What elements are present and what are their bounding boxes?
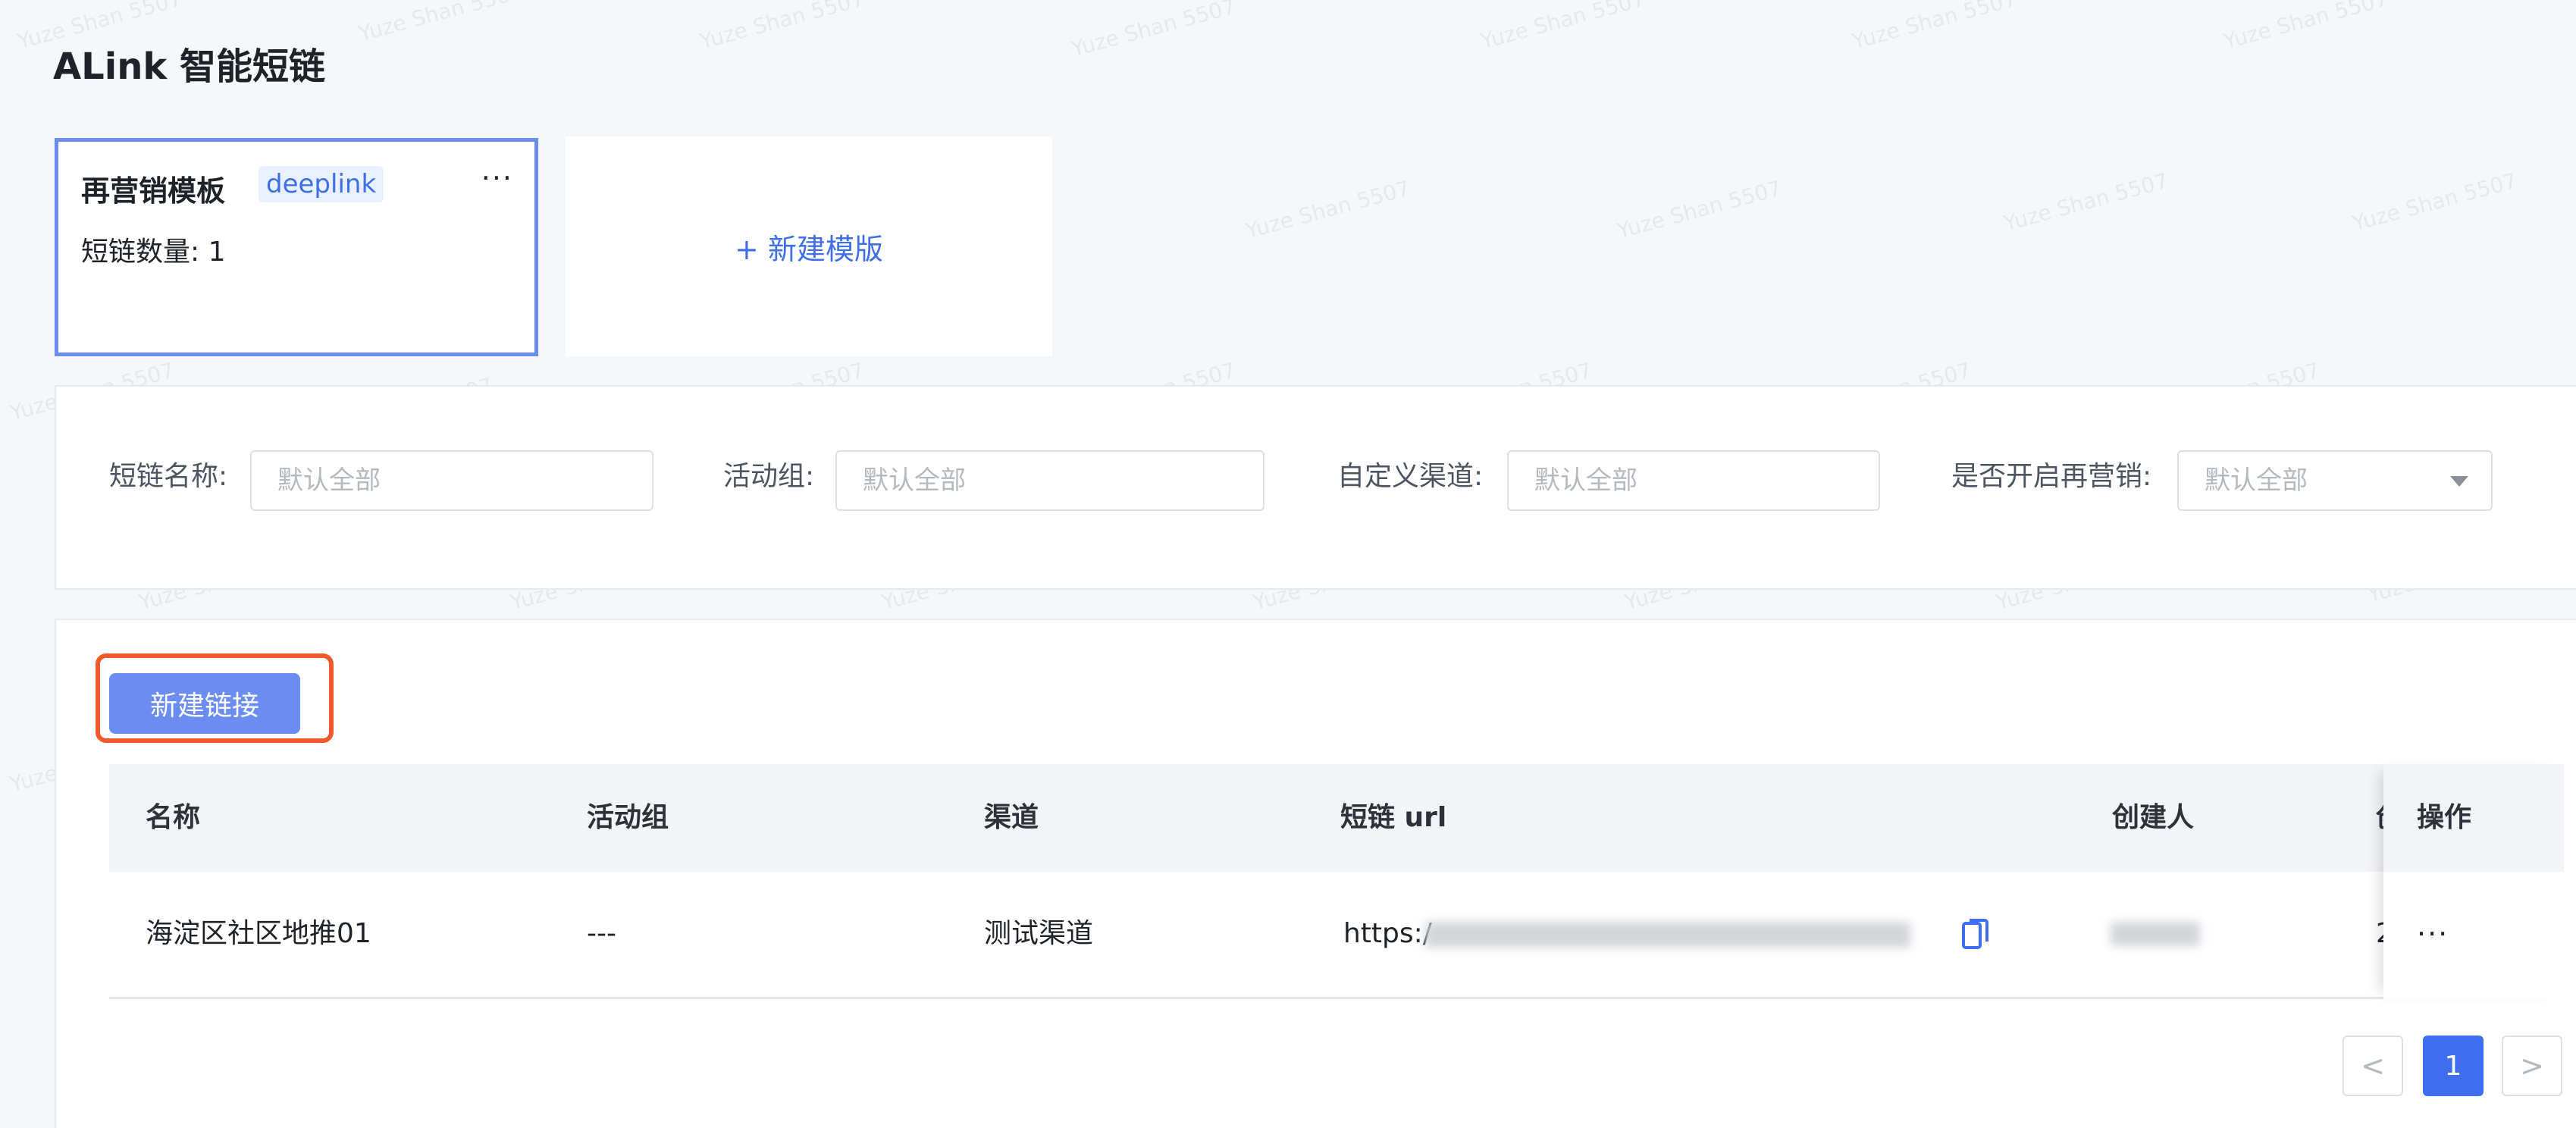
cell-name: 海淀区社区地推01 bbox=[146, 918, 371, 949]
table-header: 名称 活动组 渠道 短链 url 创建人 创 bbox=[109, 764, 2564, 872]
column-header-group: 活动组 bbox=[587, 802, 669, 833]
short-link-name-input[interactable] bbox=[250, 450, 653, 511]
watermark: Yuze Shan 5507 bbox=[1849, 0, 2020, 55]
watermark: Yuze Shan 5507 bbox=[1068, 0, 1239, 62]
redacted-creator bbox=[2111, 922, 2200, 946]
watermark: Yuze Shan 5507 bbox=[356, 0, 526, 47]
filter-label-channel: 自定义渠道: bbox=[1337, 461, 1484, 492]
pagination-prev-button[interactable]: < bbox=[2343, 1036, 2403, 1096]
watermark: Yuze Shan 5507 bbox=[697, 0, 867, 55]
template-tag: deeplink bbox=[259, 166, 384, 202]
retargeting-select-value: 默认全部 bbox=[2205, 465, 2308, 496]
new-template-button[interactable]: + 新建模版 bbox=[566, 136, 1052, 356]
filter-label-retargeting: 是否开启再营销: bbox=[1951, 461, 2152, 492]
pagination-next-button[interactable]: > bbox=[2502, 1036, 2562, 1096]
custom-channel-input[interactable] bbox=[1507, 450, 1880, 511]
pagination-page-1[interactable]: 1 bbox=[2423, 1036, 2484, 1096]
watermark: Yuze Shan 5507 bbox=[1614, 175, 1785, 244]
chevron-down-icon bbox=[2450, 476, 2468, 487]
actions-header-label: 操作 bbox=[2417, 802, 2472, 833]
watermark: Yuze Shan 5507 bbox=[2349, 168, 2520, 237]
cell-url[interactable]: https:/ bbox=[1343, 872, 1432, 996]
filter-panel: 短链名称: 活动组: 自定义渠道: 是否开启再营销: 默认全部 bbox=[55, 385, 2576, 590]
cell-channel: 测试渠道 bbox=[984, 918, 1094, 949]
action-column: 操作 ··· bbox=[2383, 764, 2564, 999]
redacted-url bbox=[1425, 922, 1910, 948]
column-header-name: 名称 bbox=[146, 802, 201, 833]
template-name: 再营销模板 bbox=[81, 174, 226, 208]
page-title: ALink 智能短链 bbox=[53, 45, 325, 88]
watermark: Yuze Shan 5507 bbox=[2220, 0, 2391, 55]
column-header-url: 短链 url bbox=[1340, 802, 1447, 833]
activity-group-input[interactable] bbox=[835, 450, 1264, 511]
filter-label-name: 短链名称: bbox=[109, 461, 228, 492]
watermark: Yuze Shan 5507 bbox=[2001, 168, 2171, 237]
column-header-creator: 创建人 bbox=[2112, 802, 2195, 833]
column-header-actions: 操作 bbox=[2383, 764, 2564, 872]
cell-group: --- bbox=[587, 918, 616, 949]
column-header-channel: 渠道 bbox=[984, 802, 1039, 833]
link-list-panel: 新建链接 名称 活动组 渠道 短链 url 创建人 创 海淀区社区地推01 --… bbox=[55, 619, 2576, 1128]
copy-icon[interactable] bbox=[1962, 917, 1989, 951]
more-icon[interactable]: ··· bbox=[481, 161, 513, 195]
row-more-icon[interactable]: ··· bbox=[2417, 872, 2449, 996]
retargeting-select[interactable]: 默认全部 bbox=[2177, 450, 2493, 511]
filter-label-group: 活动组: bbox=[723, 461, 815, 492]
template-link-count: 短链数量: 1 bbox=[81, 237, 226, 268]
new-template-label: + 新建模版 bbox=[735, 232, 883, 266]
template-card-retargeting[interactable]: 再营销模板 deeplink ··· 短链数量: 1 bbox=[55, 138, 538, 356]
watermark: Yuze Shan 5507 bbox=[1478, 0, 1648, 55]
table-row: 海淀区社区地推01 --- 测试渠道 https:/ 2 bbox=[109, 872, 2564, 999]
watermark: Yuze Shan 5507 bbox=[1243, 175, 1413, 244]
new-link-button[interactable]: 新建链接 bbox=[109, 673, 300, 734]
